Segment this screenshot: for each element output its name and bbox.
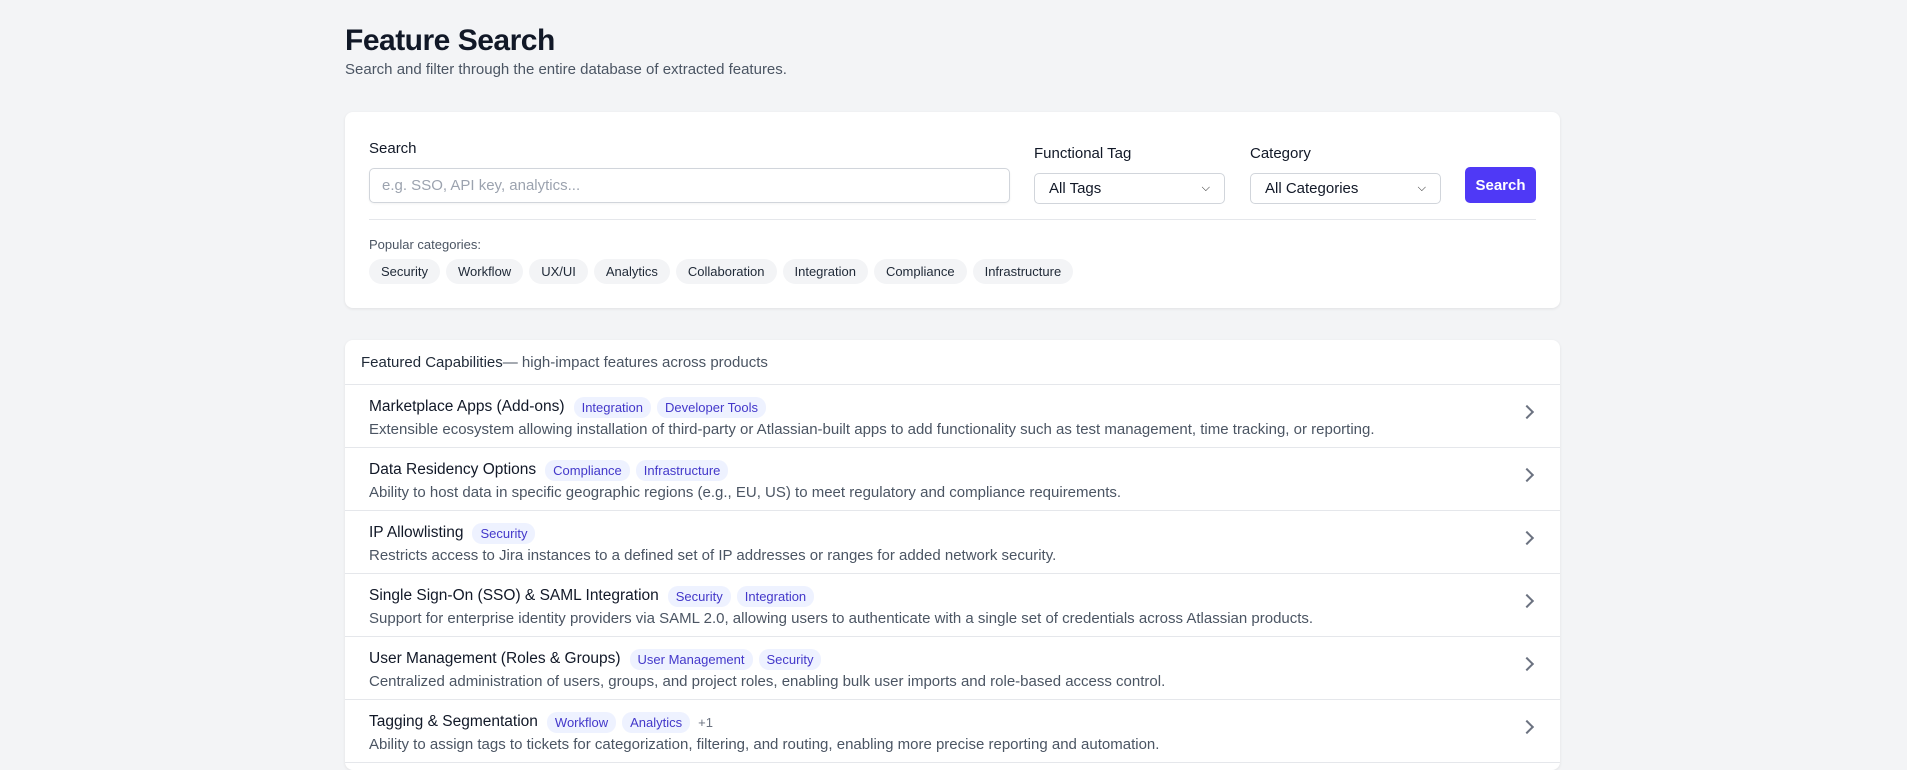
search-button[interactable]: Search <box>1465 167 1536 203</box>
chevron-down-icon: ⌵ <box>1201 182 1210 194</box>
featured-header: Featured Capabilities — high-impact feat… <box>345 340 1560 385</box>
chevron-down-icon: ⌵ <box>1417 182 1426 194</box>
category-select[interactable]: All Categories ⌵ <box>1250 173 1441 204</box>
feature-row[interactable]: User Management (Roles & Groups) User Man… <box>345 637 1560 700</box>
featured-capabilities: Featured Capabilities — high-impact feat… <box>345 340 1560 770</box>
tag-badge: Security <box>667 585 731 607</box>
feature-description: Ability to assign tags to tickets for ca… <box>369 736 1160 753</box>
category-value: All Categories <box>1265 180 1359 197</box>
functional-tag-label: Functional Tag <box>1034 145 1132 162</box>
tag-badge: User Management <box>629 648 753 670</box>
featured-subtitle: — high-impact features across products <box>502 353 768 371</box>
page-title: Feature Search <box>345 24 555 57</box>
feature-title: Marketplace Apps (Add-ons) <box>369 398 565 415</box>
category-chip[interactable]: UX/UI <box>529 259 588 284</box>
tag-badge: Compliance <box>545 459 630 481</box>
feature-row[interactable]: IP Allowlisting Security Restricts access… <box>345 511 1560 574</box>
category-chip[interactable]: Collaboration <box>675 259 777 284</box>
tag-badge: Developer Tools <box>657 396 766 418</box>
search-label: Search <box>369 140 417 157</box>
search-panel: Search Functional Tag All Tags ⌵ Category… <box>345 112 1560 308</box>
tag-badge: Infrastructure <box>635 459 729 481</box>
featured-title: Featured Capabilities <box>361 353 503 371</box>
category-chip[interactable]: Integration <box>782 259 868 284</box>
page-subtitle: Search and filter through the entire dat… <box>345 61 787 78</box>
feature-row[interactable]: Data Residency Options Compliance Infrastr… <box>345 448 1560 511</box>
feature-row[interactable]: Single Sign-On (SSO) & SAML Integration S… <box>345 574 1560 637</box>
feature-description: Centralized administration of users, gro… <box>369 673 1166 690</box>
feature-row[interactable]: Tagging & Segmentation Workflow Analytics +… <box>345 700 1560 763</box>
category-chip[interactable]: Workflow <box>445 259 524 284</box>
category-chip[interactable]: Analytics <box>593 259 670 284</box>
category-label: Category <box>1250 145 1311 162</box>
feature-description: Extensible ecosystem allowing installati… <box>369 421 1375 438</box>
category-chip[interactable]: Infrastructure <box>972 259 1074 284</box>
feature-title: Data Residency Options <box>369 461 537 478</box>
tag-badge: Analytics <box>622 711 691 733</box>
feature-title: Tagging & Segmentation <box>369 713 538 730</box>
tag-badge: Integration <box>573 396 652 418</box>
category-chip[interactable]: Compliance <box>873 259 967 284</box>
feature-title: User Management (Roles & Groups) <box>369 650 621 667</box>
feature-row[interactable]: Marketplace Apps (Add-ons) Integration Dev… <box>345 385 1560 448</box>
tag-badge: Security <box>758 648 822 670</box>
popular-categories-label: Popular categories: <box>369 237 482 252</box>
search-input[interactable] <box>369 168 1010 203</box>
feature-description: Restricts access to Jira instances to a … <box>369 547 1057 564</box>
tag-badge: Security <box>472 522 536 544</box>
popular-categories: Security Workflow UX/UI Analytics Collab… <box>369 259 1074 284</box>
category-chip[interactable]: Security <box>369 259 440 284</box>
tag-badge: Workflow <box>546 711 617 733</box>
functional-tag-value: All Tags <box>1049 180 1102 197</box>
feature-title: IP Allowlisting <box>369 524 464 541</box>
functional-tag-select[interactable]: All Tags ⌵ <box>1034 173 1225 204</box>
divider <box>369 219 1536 220</box>
feature-description: Ability to host data in specific geograp… <box>369 484 1122 501</box>
more-tags-count: +1 <box>698 714 713 730</box>
feature-title: Single Sign-On (SSO) & SAML Integration <box>369 587 659 604</box>
tag-badge: Integration <box>736 585 815 607</box>
feature-description: Support for enterprise identity provider… <box>369 610 1314 627</box>
